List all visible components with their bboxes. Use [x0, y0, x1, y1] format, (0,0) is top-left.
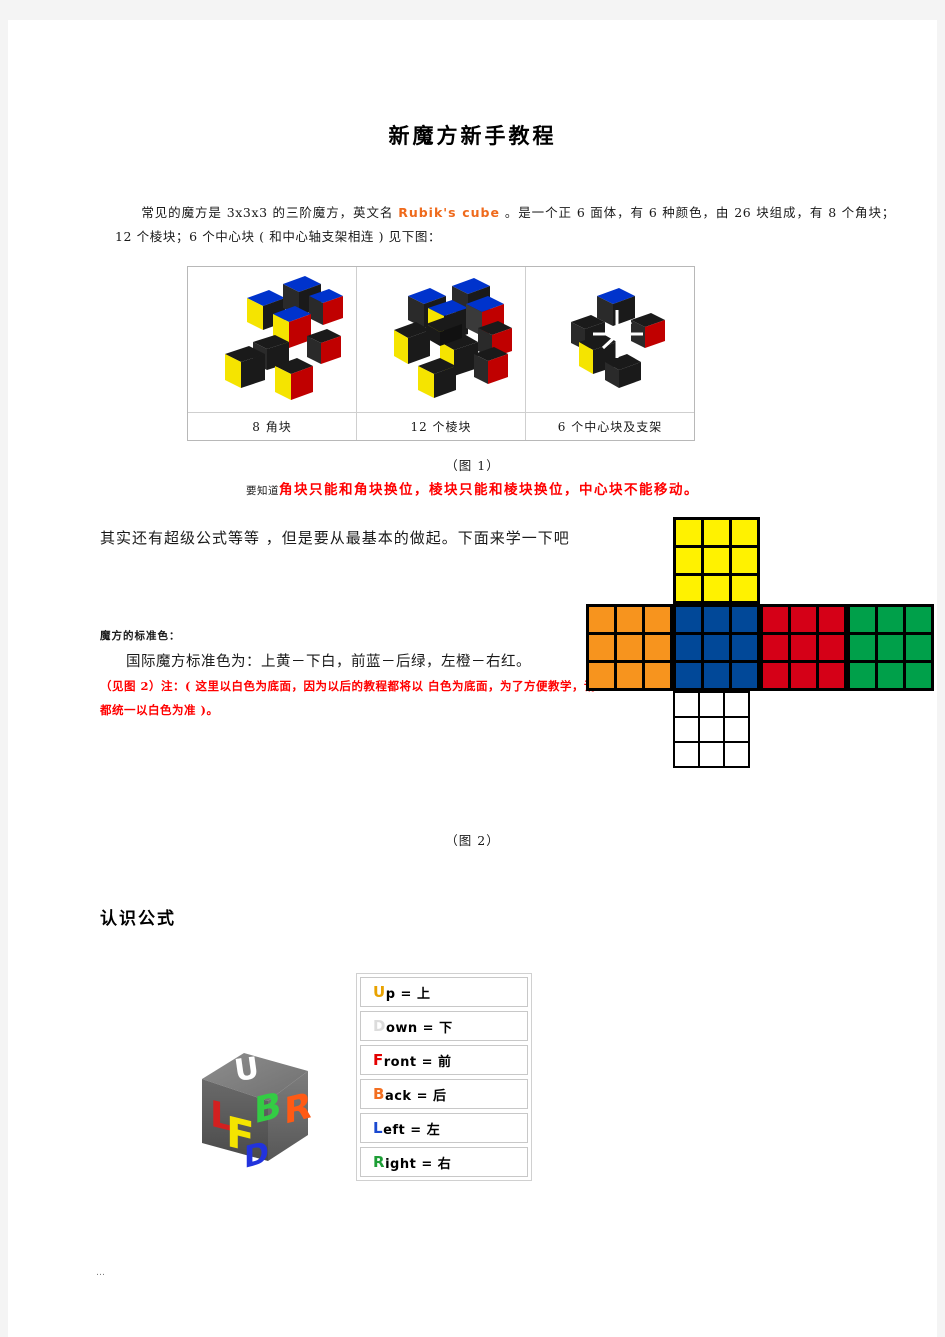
notation-row-up: Up = 上 — [360, 977, 528, 1007]
notation-text-right: ight = 右 — [385, 1156, 452, 1172]
net-face-up — [673, 517, 760, 604]
cube-net-diagram — [586, 517, 934, 768]
notation-lead-r: R — [373, 1153, 386, 1171]
corner-pieces-svg — [225, 275, 343, 400]
notation-row-down: Down = 下 — [360, 1011, 528, 1041]
intro-paragraph: 常见的魔方是 3x3x3 的三阶魔方，英文名 Rubik's cube 。是一个… — [115, 201, 895, 249]
center-pieces-svg — [571, 287, 665, 388]
figure1-label: （图 1） — [445, 458, 500, 473]
notation-text-up: p = 上 — [385, 986, 431, 1002]
net-row-top — [586, 517, 934, 604]
labeled-cube-svg: U L F B R D — [202, 1051, 312, 1176]
section-heading-notation: 认识公式 — [100, 909, 176, 929]
warning-line: 要知道角块只能和角块换位，棱块只能和棱块换位，中心块不能移动。 — [8, 478, 937, 498]
cube-letter-U: U — [232, 1051, 261, 1089]
cube-letter-D: D — [244, 1135, 269, 1175]
figure1-caption-row: 8 角块 12 个棱块 6 个中心块及支架 — [188, 412, 694, 440]
figure1-panel-edges — [357, 267, 526, 412]
center-pieces-diagram — [526, 267, 694, 412]
notation-lead-u: U — [373, 983, 386, 1001]
net-spacer-left — [586, 517, 673, 604]
notation-row-left: Left = 左 — [360, 1113, 528, 1143]
body-paragraph: 其实还有超级公式等等 ，但是要从最基本的做起。下面来学一下吧 — [100, 529, 570, 547]
edge-pieces-diagram — [357, 267, 525, 412]
net-face-down — [673, 691, 750, 768]
figure1-image-row — [188, 267, 694, 412]
figure1-caption-edges: 12 个棱块 — [357, 412, 526, 440]
figure1-caption-centers: 6 个中心块及支架 — [526, 412, 694, 440]
notation-lead-l: L — [373, 1119, 384, 1137]
net-face-back — [847, 604, 934, 691]
figure1-panel-centers — [526, 267, 694, 412]
notation-text-down: own = 下 — [385, 1020, 453, 1036]
notation-row-back: Back = 后 — [360, 1079, 528, 1109]
warning-prefix: 要知道 — [246, 485, 279, 497]
notation-text-front: ront = 前 — [383, 1054, 452, 1070]
net-face-right — [760, 604, 847, 691]
rubiks-cube-term: Rubik's cube — [398, 205, 500, 220]
standard-color-note-pre: （见图 2）注：( 这里以白色为底面，因为以后的教程都将以 — [100, 679, 428, 693]
standard-color-label: 魔方的标准色： — [100, 630, 181, 642]
cube-letter-R: R — [284, 1084, 312, 1133]
page-title: 新魔方新手教程 — [388, 123, 557, 148]
edge-pieces-svg — [394, 277, 512, 398]
standard-color-block: 国际魔方标准色为：上黄－下白，前蓝－后绿，左橙－右红。 （见图 2）注：( 这里… — [100, 650, 600, 722]
figure1-panel-corners — [188, 267, 357, 412]
notation-row-right: Right = 右 — [360, 1147, 528, 1177]
net-row-middle — [586, 604, 934, 691]
net-face-left — [586, 604, 673, 691]
warning-red-text: 角块只能和角块换位，棱块只能和棱块换位，中心块不能移动。 — [279, 482, 699, 498]
standard-color-note-blue: 白色 — [427, 679, 452, 693]
notation-lead-b: B — [373, 1085, 385, 1103]
net-row-bottom — [586, 691, 934, 768]
figure2-label: （图 2） — [445, 833, 500, 848]
corner-pieces-diagram — [188, 267, 356, 412]
notation-lead-f: F — [373, 1051, 384, 1069]
notation-text-left: eft = 左 — [383, 1122, 441, 1138]
footer-mark: … — [96, 1268, 106, 1278]
figure1-caption-corners: 8 角块 — [188, 412, 357, 440]
notation-row-front: Front = 前 — [360, 1045, 528, 1075]
notation-text-back: ack = 后 — [384, 1088, 447, 1104]
net-face-front — [673, 604, 760, 691]
labeled-cube-image: U L F B R D — [184, 1035, 324, 1176]
notation-lead-d: D — [373, 1017, 386, 1035]
net-spacer-bottom-left — [586, 691, 673, 766]
standard-color-text: 国际魔方标准色为：上黄－下白，前蓝－后绿，左橙－右红。 — [126, 654, 531, 670]
intro-text-part1: 常见的魔方是 3x3x3 的三阶魔方，英文名 — [141, 205, 399, 220]
cube-letter-B: B — [254, 1083, 281, 1132]
notation-table: Up = 上 Down = 下 Front = 前 Back = 后 Left … — [356, 973, 532, 1181]
figure1-table: 8 角块 12 个棱块 6 个中心块及支架 — [187, 266, 695, 441]
document-page: 新魔方新手教程 常见的魔方是 3x3x3 的三阶魔方，英文名 Rubik's c… — [8, 20, 937, 1337]
